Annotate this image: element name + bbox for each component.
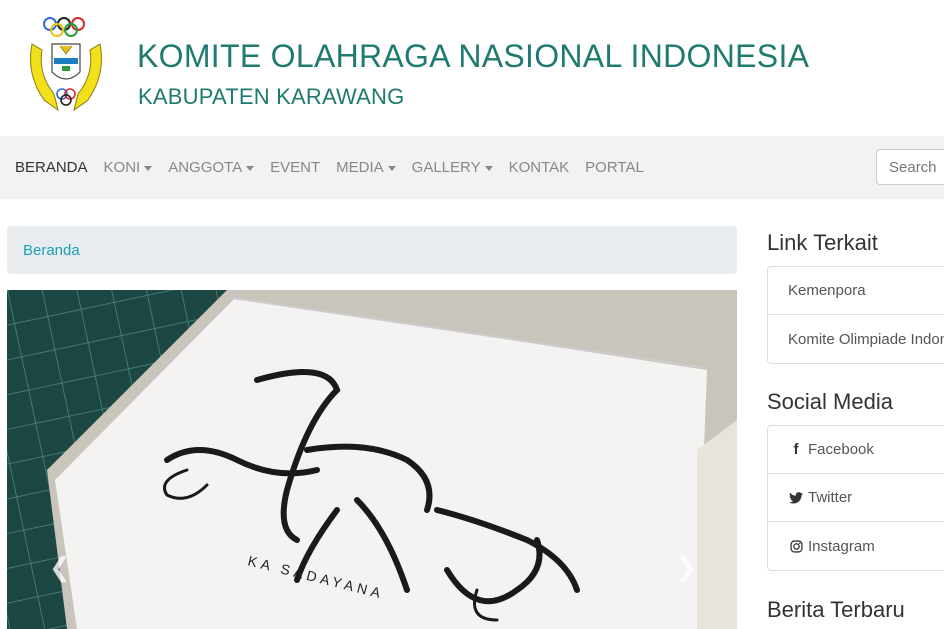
site-header: KOMITE OLAHRAGA NASIONAL INDONESIA KABUP…: [0, 0, 944, 135]
nav-item-label: KONI: [103, 159, 141, 176]
list-item-link[interactable]: Komite Olimpiade Indonesia: [768, 315, 944, 363]
twitter-icon: [788, 491, 804, 504]
nav-item-label: BERANDA: [15, 159, 88, 176]
nav-item-label: EVENT: [270, 159, 321, 176]
instagram-icon: [788, 539, 804, 553]
chevron-left-icon[interactable]: ❮: [49, 552, 71, 583]
caret-down-icon: [144, 165, 153, 171]
news-heading: Berita Terbaru: [767, 597, 905, 622]
image-carousel[interactable]: KA SADAYANA ❮ ❯: [7, 290, 737, 629]
links-heading: Link Terkait: [767, 230, 878, 255]
nav-item-beranda[interactable]: BERANDA: [15, 159, 88, 176]
social-heading: Social Media: [767, 389, 893, 414]
nav-item-anggota[interactable]: ANGGOTA: [168, 159, 255, 176]
nav-item-label: MEDIA: [336, 159, 384, 176]
main-navbar: BERANDA KONI ANGGOTA EVENT MEDIA GALLERY…: [0, 136, 944, 199]
nav-item-label: PORTAL: [585, 159, 644, 176]
search-input[interactable]: [876, 149, 944, 185]
nav-item-label: GALLERY: [411, 159, 481, 176]
nav-item-portal[interactable]: PORTAL: [585, 159, 644, 176]
site-title: KOMITE OLAHRAGA NASIONAL INDONESIA: [137, 38, 810, 74]
nav-item-kontak[interactable]: KONTAK: [509, 159, 570, 176]
nav-item-label: ANGGOTA: [168, 159, 243, 176]
social-item-facebook[interactable]: f Facebook: [768, 426, 944, 474]
social-item-twitter[interactable]: Twitter: [768, 474, 944, 522]
list-item-link[interactable]: Kemenpora: [768, 267, 944, 315]
chevron-right-icon[interactable]: ❯: [675, 552, 697, 583]
caret-down-icon: [246, 165, 255, 171]
nav-menu: BERANDA KONI ANGGOTA EVENT MEDIA GALLERY…: [15, 136, 660, 199]
caret-down-icon: [387, 165, 396, 171]
breadcrumb: Beranda: [7, 226, 737, 274]
social-label: Facebook: [808, 441, 874, 458]
social-label: Instagram: [808, 537, 875, 555]
links-list: Kemenpora Komite Olimpiade Indonesia: [767, 266, 944, 364]
caret-down-icon: [484, 165, 493, 171]
breadcrumb-home-link[interactable]: Beranda: [23, 242, 80, 259]
nav-item-gallery[interactable]: GALLERY: [412, 159, 493, 176]
social-list: f Facebook Twitter Instagram: [767, 425, 944, 571]
nav-item-event[interactable]: EVENT: [270, 159, 320, 176]
koni-emblem-logo[interactable]: [24, 14, 108, 116]
nav-item-media[interactable]: MEDIA: [336, 159, 396, 176]
nav-item-label: KONTAK: [508, 159, 570, 176]
social-item-instagram[interactable]: Instagram: [768, 522, 944, 570]
social-label: Twitter: [808, 489, 853, 506]
facebook-icon: f: [793, 441, 799, 458]
nav-item-koni[interactable]: KONI: [104, 159, 153, 176]
carousel-slide-image: KA SADAYANA: [7, 290, 737, 629]
site-subtitle: KABUPATEN KARAWANG: [138, 84, 405, 109]
